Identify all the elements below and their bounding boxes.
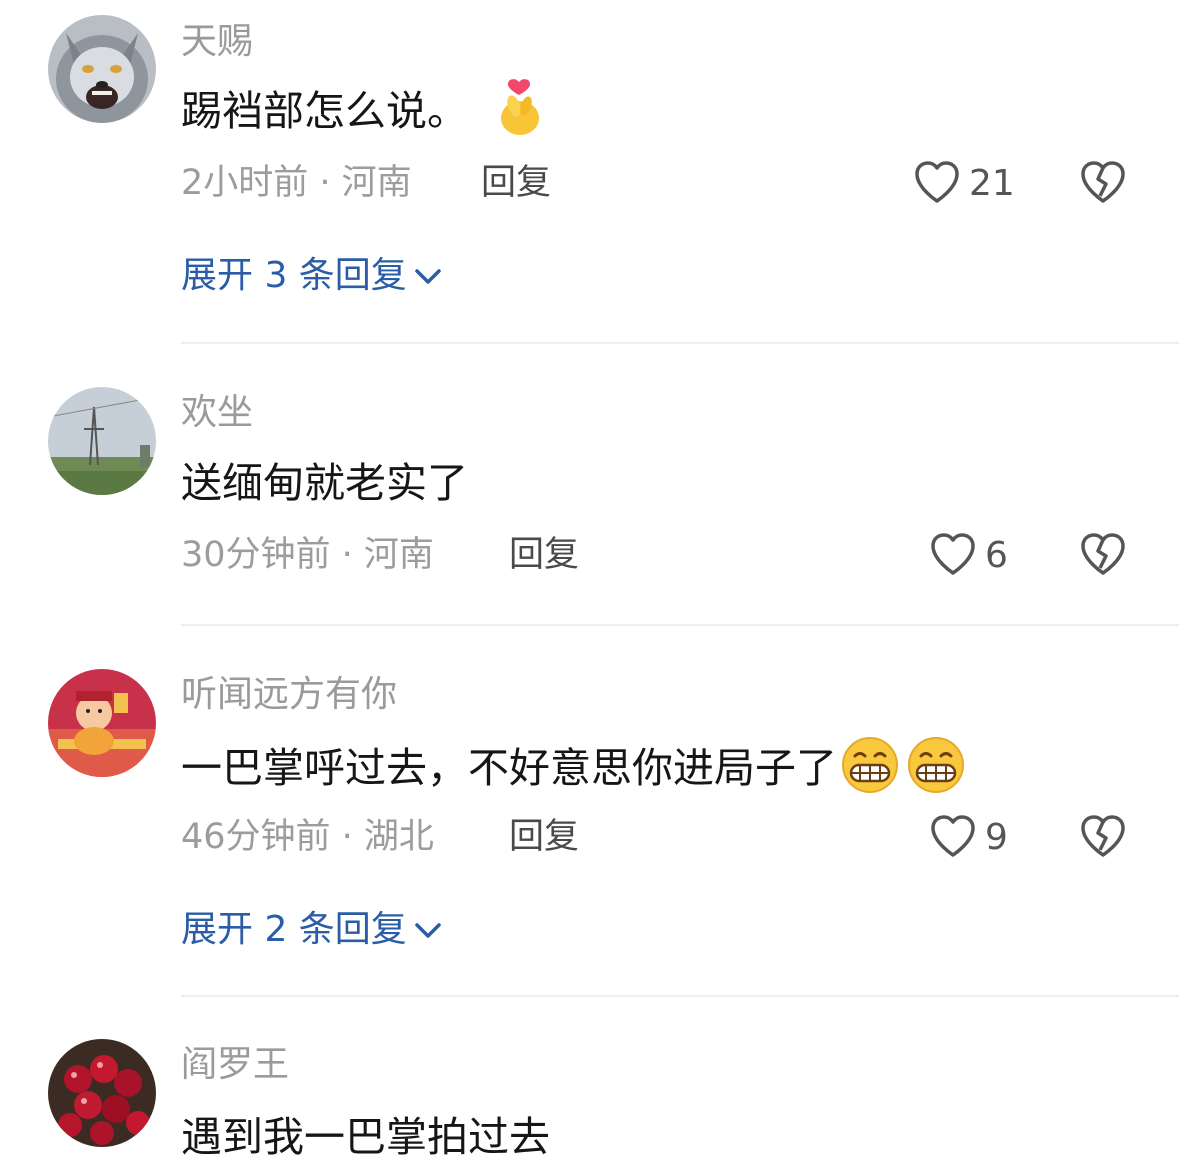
chevron-down-icon (413, 258, 443, 294)
like-button[interactable]: 21 (913, 160, 1015, 208)
like-button[interactable]: 9 (929, 814, 1008, 862)
expand-replies-label: 展开 2 条回复 (181, 909, 407, 950)
avatar[interactable] (48, 387, 156, 495)
avatar[interactable] (48, 1039, 156, 1147)
broken-heart-icon (1079, 161, 1127, 208)
comment-text-content: 踢裆部怎么说。 (181, 86, 468, 135)
comment-meta: 2小时前 · 河南 (181, 163, 412, 203)
dislike-button[interactable] (1079, 160, 1127, 208)
username[interactable]: 阎罗王 (181, 1047, 289, 1083)
broken-heart-icon (1079, 815, 1127, 862)
comment-meta: 46分钟前 · 湖北 (181, 817, 434, 857)
comment-meta: 30分钟前 · 河南 (181, 535, 434, 575)
heart-icon (929, 814, 977, 862)
like-count: 21 (969, 163, 1015, 204)
chevron-down-icon (413, 912, 443, 948)
heart-icon (929, 532, 977, 580)
divider (181, 342, 1179, 344)
avatar[interactable] (48, 669, 156, 777)
username[interactable]: 天赐 (181, 24, 253, 60)
expand-replies-button[interactable]: 展开 3 条回复 (181, 258, 443, 294)
comment-text-content: 送缅甸就老实了 (181, 458, 468, 507)
comment-text: 踢裆部怎么说。 (181, 78, 542, 136)
dislike-button[interactable] (1079, 532, 1127, 580)
like-count: 9 (985, 817, 1008, 858)
expand-replies-label: 展开 3 条回复 (181, 255, 407, 296)
reply-button[interactable]: 回复 (509, 820, 579, 855)
comment-text: 一巴掌呼过去，不好意思你进局子了 (181, 736, 965, 796)
username[interactable]: 听闻远方有你 (181, 677, 397, 713)
like-count: 6 (985, 535, 1008, 576)
like-button[interactable]: 6 (929, 532, 1008, 580)
finger-heart-emoji (496, 78, 542, 145)
username[interactable]: 欢坐 (181, 395, 253, 431)
grin-emoji (907, 736, 965, 801)
comment-text: 遇到我一巴掌拍过去 (181, 1112, 550, 1162)
reply-button[interactable]: 回复 (481, 166, 551, 201)
divider (181, 624, 1179, 626)
reply-button[interactable]: 回复 (509, 538, 579, 573)
broken-heart-icon (1079, 533, 1127, 580)
heart-icon (913, 160, 961, 208)
grin-emoji (841, 736, 899, 801)
comment-text-content: 遇到我一巴掌拍过去 (181, 1112, 550, 1161)
comment-text-content: 一巴掌呼过去，不好意思你进局子了 (181, 743, 837, 792)
dislike-button[interactable] (1079, 814, 1127, 862)
comment-text: 送缅甸就老实了 (181, 458, 468, 508)
expand-replies-button[interactable]: 展开 2 条回复 (181, 912, 443, 948)
divider (181, 995, 1179, 997)
avatar[interactable] (48, 15, 156, 123)
